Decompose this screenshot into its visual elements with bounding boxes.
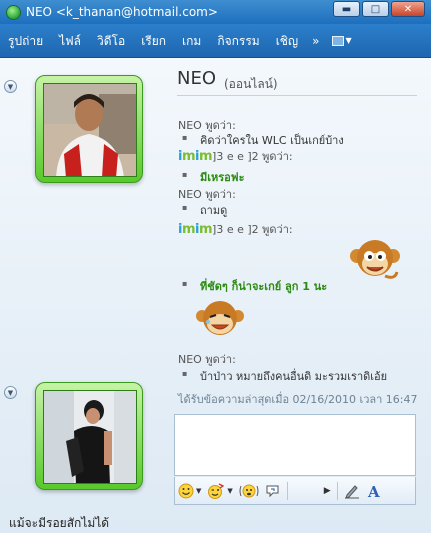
emoticon-icon (178, 483, 194, 498)
more-tools-button[interactable]: ▶ (321, 480, 334, 502)
voice-clip-icon (266, 485, 279, 497)
message-text: บ้าป่าว หมายถึงคนอื่นดิ มะรวมเราดิเอ้ย (178, 367, 387, 385)
menu-files[interactable]: ไฟล์ (51, 24, 89, 58)
window-controls: ▬ □ ✕ (331, 1, 425, 17)
handwriting-icon (344, 484, 359, 499)
contact-avatar-frame[interactable] (35, 75, 143, 183)
imim-logo-icon: imim (178, 149, 213, 164)
last-message-timestamp: ได้รับข้อความล่าสุดเมื่อ 02/16/2010 เวลา… (178, 393, 418, 406)
handwriting-button[interactable] (341, 480, 363, 502)
contact-status: (ออนไลน์) (224, 77, 278, 91)
message-text: ถามดู (178, 201, 227, 219)
wink-icon (208, 482, 225, 499)
toolbar-separator (286, 481, 288, 500)
my-photo-icon (44, 391, 136, 483)
maximize-button[interactable]: □ (362, 1, 389, 17)
menu-video[interactable]: วิดีโอ (89, 24, 133, 58)
more-menu-button[interactable]: » (306, 34, 325, 48)
laughing-monkey-emoticon-icon (196, 301, 244, 335)
message-input[interactable] (175, 415, 415, 475)
font-icon: A (367, 483, 380, 499)
collapse-contact-picture-button[interactable]: ▼ (4, 80, 17, 93)
wink-button[interactable]: ▼ (204, 480, 235, 502)
messenger-icon (6, 4, 21, 20)
message-sender: imim]3 e e ]2 พูดว่า: (178, 149, 293, 164)
options-menu-icon (331, 35, 344, 46)
contact-name: NEO (177, 68, 217, 89)
window-title: NEO <k_thanan@hotmail.com> (26, 5, 218, 19)
contact-photo-icon (44, 84, 136, 176)
options-menu-button[interactable]: ▼ (331, 35, 352, 46)
collapse-my-picture-button[interactable]: ▼ (4, 386, 17, 399)
message-sender: NEO พูดว่า: (178, 353, 236, 366)
menu-call[interactable]: เรียก (133, 24, 174, 58)
chevron-down-icon: ▼ (196, 486, 202, 495)
contact-avatar (43, 83, 137, 177)
close-button[interactable]: ✕ (391, 1, 425, 17)
menu-photos[interactable]: รูปถ่าย (0, 24, 51, 58)
message-history[interactable]: NEO พูดว่า: คิดว่าใครใน WLC เป็นเกย์บ้าง… (178, 116, 418, 388)
message-input-box[interactable] (174, 414, 416, 476)
message-text: มีเหรอฟะ (178, 168, 244, 186)
voice-clip-button[interactable] (262, 480, 284, 502)
chevron-down-icon: ▼ (345, 36, 352, 45)
my-avatar-frame[interactable] (35, 382, 143, 490)
nudge-button[interactable] (236, 480, 262, 502)
message-sender: imim]3 e e ]2 พูดว่า: (178, 222, 293, 237)
font-button[interactable]: A (363, 480, 385, 502)
emoticon-button[interactable]: ▼ (175, 480, 204, 502)
title-bar[interactable]: NEO <k_thanan@hotmail.com> ▬ □ ✕ (0, 0, 431, 24)
chevron-down-icon: ▼ (227, 486, 233, 495)
monkey-emoticon-icon (350, 240, 400, 279)
header-divider (177, 95, 417, 96)
minimize-button[interactable]: ▬ (333, 1, 360, 17)
menu-invite[interactable]: เชิญ (268, 24, 306, 58)
more-arrow-icon: ▶ (323, 485, 331, 496)
toolbar-separator (336, 481, 338, 500)
personal-message: แม้จะมีรอยสักไม่ได้ (9, 516, 110, 530)
nudge-icon (239, 484, 259, 497)
compose-toolbar: ▼ ▼ ▶ A (174, 477, 416, 505)
menu-activities[interactable]: กิจกรรม (209, 24, 267, 58)
action-menu-bar: รูปถ่าย ไฟล์ วิดีโอ เรียก เกม กิจกรรม เช… (0, 24, 431, 58)
imim-logo-icon: imim (178, 222, 213, 237)
my-avatar (43, 390, 137, 484)
svg-text:A: A (367, 483, 380, 499)
menu-games[interactable]: เกม (174, 24, 209, 58)
message-text: ที่ชัดๆ ก็น่าจะเกย์ ลูก 1 นะ (178, 277, 327, 295)
